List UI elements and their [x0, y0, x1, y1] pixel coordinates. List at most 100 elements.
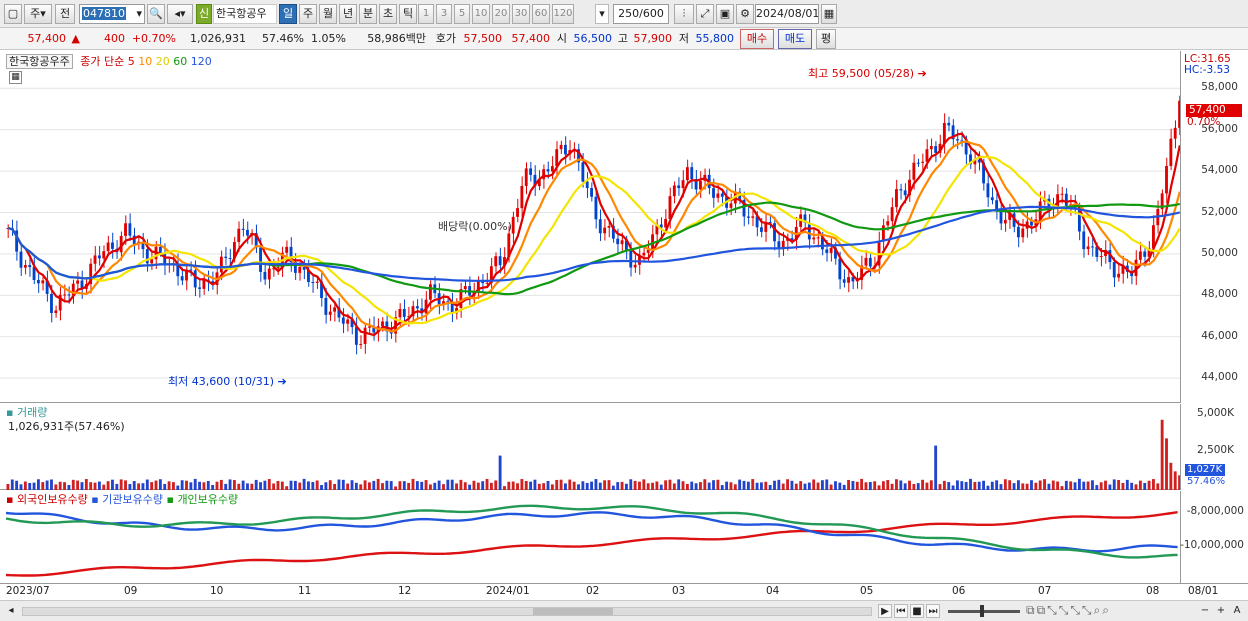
minute-unit-60[interactable]: 60 — [532, 4, 550, 24]
ma20-label: 20 — [155, 55, 170, 68]
calendar-icon[interactable]: ▦ — [821, 4, 837, 24]
interval-tab-4[interactable]: 분 — [359, 4, 377, 24]
volume-bar — [921, 479, 925, 490]
search-icon[interactable]: 🔍 — [147, 4, 165, 24]
minute-unit-30[interactable]: 30 — [512, 4, 530, 24]
volume-bar — [302, 478, 306, 490]
candle — [28, 265, 32, 268]
volume-pane[interactable]: ▪ 거래량 1,026,931주(57.46%) — [0, 404, 1181, 490]
candle — [311, 282, 315, 284]
save-icon[interactable]: ▣ — [716, 4, 734, 24]
zoom-in-icon[interactable]: + — [1214, 604, 1228, 618]
volume-bar — [424, 480, 428, 490]
candle — [677, 185, 681, 189]
chart-title[interactable]: 한국항공우주 — [6, 54, 73, 69]
candle — [341, 317, 345, 324]
candle — [598, 219, 602, 234]
holdings-pane[interactable]: ▪ 외국인보유수량 ▪ 기관보유수량 ▪ 개인보유수량 — [0, 491, 1180, 583]
sell-button[interactable]: 매도 — [778, 29, 812, 49]
minute-unit-1[interactable]: 1 — [418, 4, 434, 24]
volume-bar — [568, 479, 572, 490]
interval-tab-6[interactable]: 틱 — [399, 4, 417, 24]
date-input[interactable]: 2024/08/01 — [755, 4, 819, 24]
minute-unit-20[interactable]: 20 — [492, 4, 510, 24]
volume-bar — [803, 483, 807, 490]
minute-unit-5[interactable]: 5 — [454, 4, 470, 24]
price-chart[interactable] — [0, 51, 1181, 403]
candle — [585, 181, 589, 189]
volume-bar — [786, 479, 789, 490]
minute-unit-3[interactable]: 3 — [436, 4, 452, 24]
stop-icon[interactable]: ■ — [910, 604, 924, 618]
play-icon[interactable]: ▶ — [878, 604, 892, 618]
layout-icon[interactable]: ▢ — [4, 4, 22, 24]
volume-bar — [1047, 483, 1051, 490]
draw-icon[interactable]: ⤢ — [696, 4, 714, 24]
gear-icon[interactable]: ⚙ — [736, 4, 754, 24]
candle — [498, 256, 502, 266]
interval-tab-0[interactable]: 일 — [279, 4, 297, 24]
candle — [842, 279, 846, 283]
volume-bar — [1104, 480, 1107, 490]
volume-bar — [564, 483, 567, 490]
minute-unit-120[interactable]: 120 — [552, 4, 574, 24]
table-icon[interactable]: ▦ — [9, 71, 22, 84]
volume-bar — [398, 481, 402, 490]
interval-tab-1[interactable]: 주 — [299, 4, 317, 24]
volume-bar — [224, 483, 228, 490]
volume-bar — [132, 481, 136, 490]
font-size-icon[interactable]: A — [1230, 604, 1244, 618]
prev-button[interactable]: 전 — [55, 4, 75, 24]
volume-bar — [219, 479, 223, 490]
volume-bar — [10, 479, 14, 490]
candle — [198, 287, 201, 289]
scroll-left-icon[interactable]: ◂ — [4, 604, 18, 618]
indicator-icon[interactable]: ⫶ — [674, 4, 694, 24]
eval-button[interactable]: 평 — [816, 29, 836, 49]
volume-bar — [995, 480, 999, 490]
volume-bar — [167, 481, 171, 490]
candle — [520, 185, 524, 209]
volume-bar — [28, 483, 32, 490]
interval-tab-3[interactable]: 년 — [339, 4, 357, 24]
candle — [825, 249, 829, 253]
holdings-axis: -8,000,000 -10,000,000 — [1180, 491, 1248, 583]
price-chart-pane[interactable]: 한국항공우주 종가 단순 5 10 20 60 120 ▦ 최고 59,500 … — [0, 51, 1181, 403]
zoom-slider[interactable] — [948, 605, 1020, 617]
stock-code-input[interactable]: 047810 ▾ — [79, 4, 145, 24]
interval-tab-5[interactable]: 초 — [379, 4, 397, 24]
tool-icons[interactable]: ⧉⧉⤡⤡⤡⤡⌕⌕ — [1026, 603, 1111, 618]
candle — [36, 279, 40, 284]
volume-chart[interactable] — [0, 404, 1181, 490]
x-label: 03 — [672, 585, 686, 597]
candle — [93, 255, 97, 264]
volume-bar — [624, 483, 628, 490]
minute-dropdown[interactable]: ▾ — [595, 4, 609, 24]
scrollbar[interactable] — [22, 607, 872, 616]
zoom-out-icon[interactable]: − — [1198, 604, 1212, 618]
interval-tab-2[interactable]: 월 — [319, 4, 337, 24]
volume-bar — [241, 480, 245, 490]
forward-icon[interactable]: ⏭ — [926, 604, 940, 618]
volume-bar — [1117, 480, 1121, 490]
volume-bar — [1086, 481, 1090, 490]
candle — [990, 197, 994, 201]
scrollbar-thumb[interactable] — [533, 608, 613, 615]
candle — [276, 267, 280, 269]
volume-bar — [228, 479, 232, 490]
volume-bar — [834, 481, 837, 490]
candle — [97, 255, 101, 259]
candle — [664, 219, 668, 228]
period-dropdown[interactable]: 주▾ — [24, 4, 52, 24]
volume-bar — [685, 483, 689, 490]
speaker-icon[interactable]: ◂▾ — [167, 4, 193, 24]
volume-bar — [246, 483, 249, 490]
rewind-icon[interactable]: ⏮ — [894, 604, 908, 618]
volume-bar — [982, 480, 985, 490]
count-input[interactable]: 250/600 — [613, 4, 669, 24]
volume-bar — [176, 485, 180, 490]
minute-unit-10[interactable]: 10 — [472, 4, 490, 24]
volume-bar — [420, 481, 424, 490]
volume-bar — [36, 479, 40, 490]
buy-button[interactable]: 매수 — [740, 29, 774, 49]
